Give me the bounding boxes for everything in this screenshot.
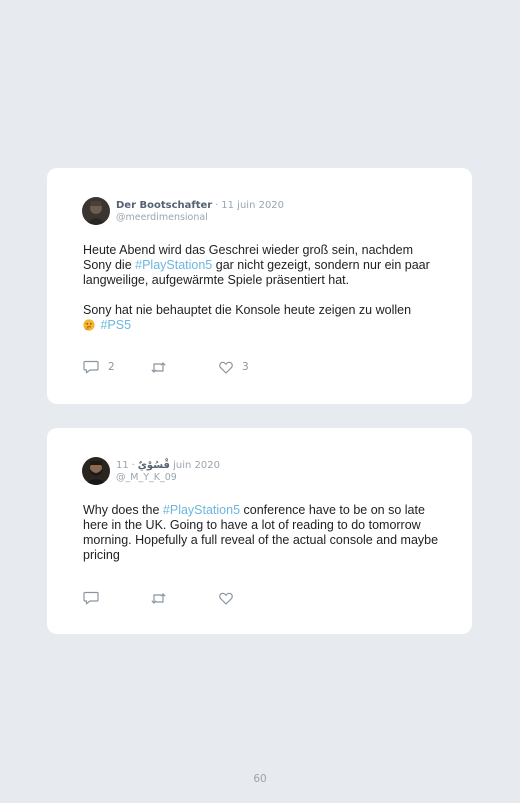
hashtag-link[interactable]: #PS5 bbox=[100, 318, 131, 332]
user-handle[interactable]: @_M_Y_K_09 bbox=[116, 472, 220, 484]
thinking-face-emoji-icon bbox=[83, 319, 95, 331]
user-handle[interactable]: @meerdimensional bbox=[116, 212, 284, 224]
tweet-text: Heute Abend wird das Geschrei wieder gro… bbox=[83, 243, 443, 333]
page-number: 60 bbox=[253, 773, 267, 785]
retweet-button[interactable] bbox=[150, 359, 176, 375]
tweet-date[interactable]: 11 juin 2020 bbox=[221, 200, 284, 211]
retweet-arrows-icon bbox=[150, 361, 167, 374]
author-info: قْسُوْيٌ · 11 juin 2020 @_M_Y_K_09 bbox=[116, 459, 220, 484]
display-name[interactable]: قْسُوْيٌ bbox=[138, 460, 170, 471]
tweet-header: Der Bootschafter · 11 juin 2020 @meerdim… bbox=[82, 196, 284, 226]
text-segment: Why does the bbox=[83, 503, 163, 517]
tweet-header: قْسُوْيٌ · 11 juin 2020 @_M_Y_K_09 bbox=[82, 456, 220, 486]
reply-button[interactable] bbox=[83, 590, 108, 606]
text-segment: Sony hat nie behauptet die Konsole heute… bbox=[83, 303, 412, 317]
separator-dot: · bbox=[215, 199, 219, 211]
retweet-button[interactable] bbox=[150, 590, 176, 606]
tweet-paragraph: Sony hat nie behauptet die Konsole heute… bbox=[83, 303, 443, 333]
speech-bubble-icon bbox=[83, 360, 99, 374]
tweet-text: Why does the #PlayStation5 conference ha… bbox=[83, 503, 443, 563]
reply-button[interactable]: 2 bbox=[83, 359, 115, 375]
avatar[interactable] bbox=[82, 457, 110, 485]
like-button[interactable]: 3 bbox=[219, 359, 249, 375]
like-count: 3 bbox=[242, 361, 249, 373]
hashtag-link[interactable]: #PlayStation5 bbox=[135, 258, 212, 272]
author-name-line: Der Bootschafter · 11 juin 2020 bbox=[116, 199, 284, 212]
avatar[interactable] bbox=[82, 197, 110, 225]
hashtag-link[interactable]: #PlayStation5 bbox=[163, 503, 240, 517]
speech-bubble-icon bbox=[83, 591, 99, 605]
heart-outline-icon bbox=[219, 592, 233, 605]
heart-outline-icon bbox=[219, 361, 233, 374]
reply-count: 2 bbox=[108, 361, 115, 373]
retweet-arrows-icon bbox=[150, 592, 167, 605]
tweet-card: قْسُوْيٌ · 11 juin 2020 @_M_Y_K_09 Why d… bbox=[47, 428, 472, 634]
like-button[interactable] bbox=[219, 590, 242, 606]
author-info: Der Bootschafter · 11 juin 2020 @meerdim… bbox=[116, 199, 284, 224]
tweet-paragraph: Why does the #PlayStation5 conference ha… bbox=[83, 503, 443, 563]
author-name-line: قْسُوْيٌ · 11 juin 2020 bbox=[116, 459, 220, 472]
tweet-card: Der Bootschafter · 11 juin 2020 @meerdim… bbox=[47, 168, 472, 404]
tweet-paragraph: Heute Abend wird das Geschrei wieder gro… bbox=[83, 243, 443, 288]
separator-dot: · bbox=[131, 459, 135, 471]
display-name[interactable]: Der Bootschafter bbox=[116, 200, 212, 211]
